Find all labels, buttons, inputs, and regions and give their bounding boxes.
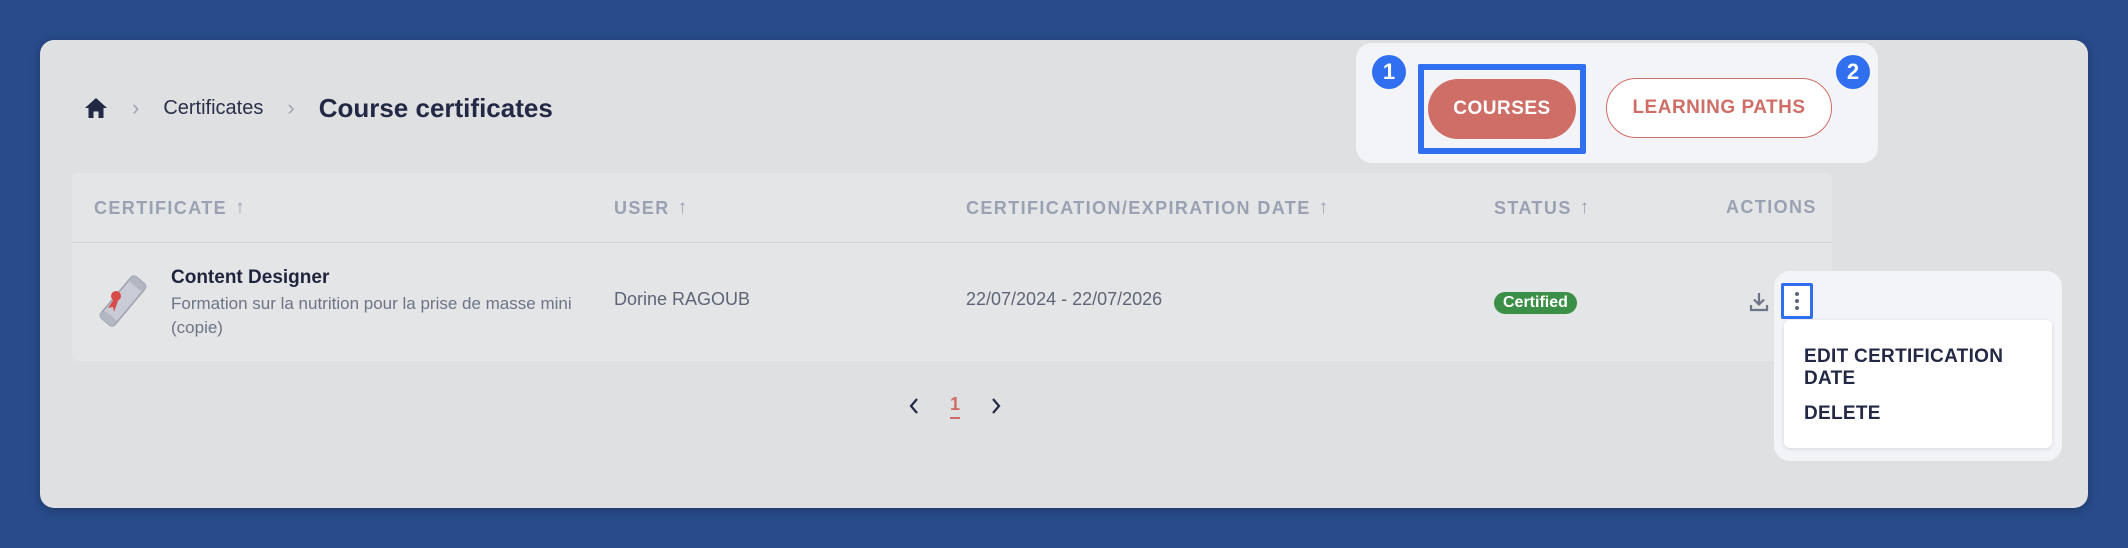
menu-item-delete[interactable]: DELETE [1804,403,1881,425]
breadcrumb: › Certificates › Course certificates [84,90,553,126]
column-header-label: ACTIONS [1726,197,1817,217]
more-vertical-icon [1795,292,1799,310]
download-icon[interactable] [1748,291,1770,313]
certificate-scroll-icon [92,270,154,332]
certificate-description: Formation sur la nutrition pour la prise… [171,294,572,337]
sort-arrow-icon: ↑ [1318,197,1330,218]
column-header-actions: ACTIONS [1726,197,1817,218]
chevron-left-icon[interactable] [904,396,924,416]
column-header-label: USER [614,197,670,218]
tab-courses[interactable]: COURSES [1418,64,1586,154]
tab-learning-paths[interactable]: LEARNING PATHS [1606,78,1832,138]
column-header-label: CERTIFICATE [94,197,228,218]
page-title: Course certificates [318,92,553,123]
breadcrumb-separator-icon: › [132,95,140,120]
column-header-label: CERTIFICATION/EXPIRATION DATE [966,197,1311,218]
breadcrumb-certificates[interactable]: Certificates [163,97,263,120]
step-badge-2: 2 [1836,55,1870,89]
column-header-status[interactable]: STATUS ↑ [1494,197,1591,219]
tab-courses-label: COURSES [1428,79,1576,139]
breadcrumb-separator-icon: › [287,95,295,120]
certificates-table: CERTIFICATE ↑ USER ↑ CERTIFICATION/EXPIR… [72,173,1832,361]
sort-arrow-icon: ↑ [1579,197,1591,218]
certification-dates: 22/07/2024 - 22/07/2026 [966,289,1163,309]
menu-item-edit-certification-date[interactable]: EDIT CERTIFICATION DATE [1804,346,2052,390]
table-row: Content Designer Formation sur la nutrit… [72,244,1832,361]
step-badge-1: 1 [1372,55,1406,89]
table-header: CERTIFICATE ↑ USER ↑ CERTIFICATION/EXPIR… [72,173,1832,243]
column-header-user[interactable]: USER ↑ [614,197,689,219]
sort-arrow-icon: ↑ [235,197,246,218]
status-badge: Certified [1494,292,1577,314]
column-header-label: STATUS [1494,197,1572,218]
sort-arrow-icon: ↑ [677,197,689,218]
pagination-current-page[interactable]: 1 [950,393,961,419]
more-actions-button[interactable] [1781,283,1813,319]
pagination: 1 [904,390,1006,422]
column-header-date[interactable]: CERTIFICATION/EXPIRATION DATE ↑ [966,197,1330,219]
user-name: Dorine RAGOUB [614,289,751,309]
chevron-right-icon[interactable] [986,396,1006,416]
actions-dropdown: EDIT CERTIFICATION DATE DELETE [1784,320,2052,448]
certificate-title: Content Designer [171,267,330,288]
home-icon[interactable] [84,96,108,120]
column-header-certificate[interactable]: CERTIFICATE ↑ [94,197,246,219]
